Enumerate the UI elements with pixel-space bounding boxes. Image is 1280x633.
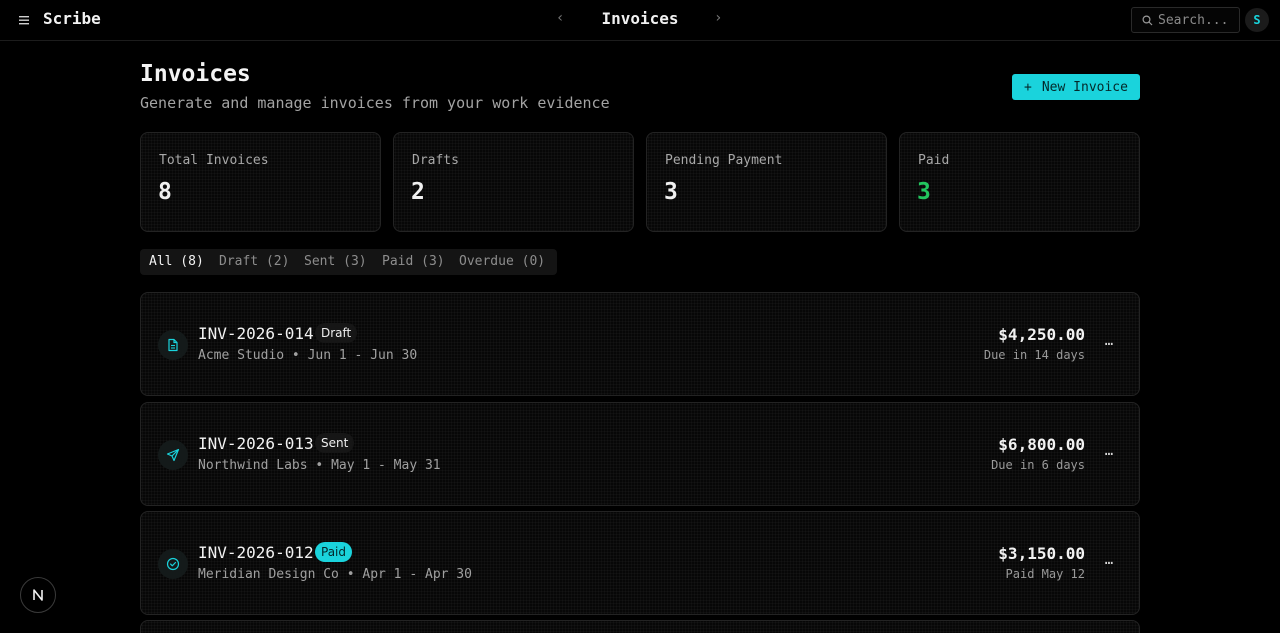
search-icon — [1142, 15, 1153, 26]
invoice-amount: $6,800.00 — [998, 435, 1085, 454]
tab-sent[interactable]: Sent (3) — [304, 254, 367, 269]
invoice-amount: $3,150.00 — [998, 544, 1085, 563]
stat-card-pending-payment: Pending Payment 3 — [646, 132, 887, 232]
stat-value: 2 — [411, 179, 425, 205]
tab-draft[interactable]: Draft (2) — [219, 254, 289, 269]
dev-tools-icon[interactable] — [20, 577, 56, 613]
invoice-client: Meridian Design Co — [198, 567, 339, 582]
invoice-client-period: Acme Studio • Jun 1 - Jun 30 — [198, 348, 417, 363]
tab-all[interactable]: All (8) — [149, 254, 204, 269]
separator: • — [315, 458, 324, 473]
menu-icon[interactable] — [18, 12, 32, 28]
new-invoice-button[interactable]: + New Invoice — [1012, 74, 1140, 100]
more-options-icon[interactable]: … — [1103, 441, 1115, 461]
status-badge: Sent — [315, 433, 355, 453]
check-circle-icon — [158, 549, 188, 579]
separator: • — [346, 567, 355, 582]
stat-value: 3 — [917, 179, 931, 205]
invoice-due: Paid May 12 — [1005, 567, 1085, 581]
invoice-number: INV-2026-012 — [198, 543, 314, 562]
invoice-due: Due in 6 days — [991, 458, 1085, 472]
page-title: Invoices — [140, 61, 251, 87]
search-placeholder: Search... — [1158, 13, 1229, 28]
invoice-due: Due in 14 days — [983, 348, 1085, 362]
top-bar-title: Invoices — [601, 9, 679, 28]
top-bar: Scribe ‹ Invoices › Search... S — [0, 0, 1280, 41]
stat-label: Total Invoices — [159, 153, 269, 168]
stat-card-drafts: Drafts 2 — [393, 132, 634, 232]
stat-label: Drafts — [412, 153, 459, 168]
status-badge: Draft — [315, 323, 358, 343]
tab-paid[interactable]: Paid (3) — [382, 254, 445, 269]
stat-card-paid: Paid 3 — [899, 132, 1140, 232]
invoice-number: INV-2026-014 — [198, 324, 314, 343]
send-icon — [158, 440, 188, 470]
invoice-amount: $4,250.00 — [998, 325, 1085, 344]
brand-logo[interactable]: Scribe — [43, 9, 101, 28]
stat-card-total-invoices: Total Invoices 8 — [140, 132, 381, 232]
page-subtitle: Generate and manage invoices from your w… — [140, 94, 610, 112]
invoice-number: INV-2026-013 — [198, 434, 314, 453]
more-options-icon[interactable]: … — [1103, 331, 1115, 351]
status-badge: Paid — [315, 542, 353, 562]
separator: • — [291, 348, 300, 363]
user-avatar[interactable]: S — [1245, 8, 1269, 32]
search-input[interactable]: Search... — [1131, 7, 1240, 33]
document-icon — [158, 330, 188, 360]
invoice-period: May 1 - May 31 — [331, 458, 441, 473]
invoice-client: Acme Studio — [198, 348, 285, 363]
invoice-row[interactable]: INV-2026-012 Paid Meridian Design Co • A… — [140, 511, 1140, 615]
invoice-client: Northwind Labs — [198, 458, 308, 473]
new-invoice-label: New Invoice — [1041, 79, 1128, 95]
status-filter-tabs: All (8) Draft (2) Sent (3) Paid (3) Over… — [140, 249, 557, 275]
invoice-period: Jun 1 - Jun 30 — [307, 348, 418, 363]
next-page-button[interactable]: › — [714, 10, 722, 26]
invoice-row[interactable]: INV-2026-014 Draft Acme Studio • Jun 1 -… — [140, 292, 1140, 396]
plus-icon: + — [1024, 79, 1032, 95]
invoice-client-period: Northwind Labs • May 1 - May 31 — [198, 458, 441, 473]
tab-overdue[interactable]: Overdue (0) — [459, 254, 545, 269]
invoice-row[interactable]: INV-2026-013 Sent Northwind Labs • May 1… — [140, 402, 1140, 506]
invoice-client-period: Meridian Design Co • Apr 1 - Apr 30 — [198, 567, 472, 582]
stat-value: 8 — [158, 179, 172, 205]
invoice-period: Apr 1 - Apr 30 — [362, 567, 472, 582]
more-options-icon[interactable]: … — [1103, 550, 1115, 570]
stat-label: Paid — [918, 153, 950, 168]
stat-value: 3 — [664, 179, 678, 205]
invoice-row[interactable] — [140, 620, 1140, 633]
stat-label: Pending Payment — [665, 153, 783, 168]
